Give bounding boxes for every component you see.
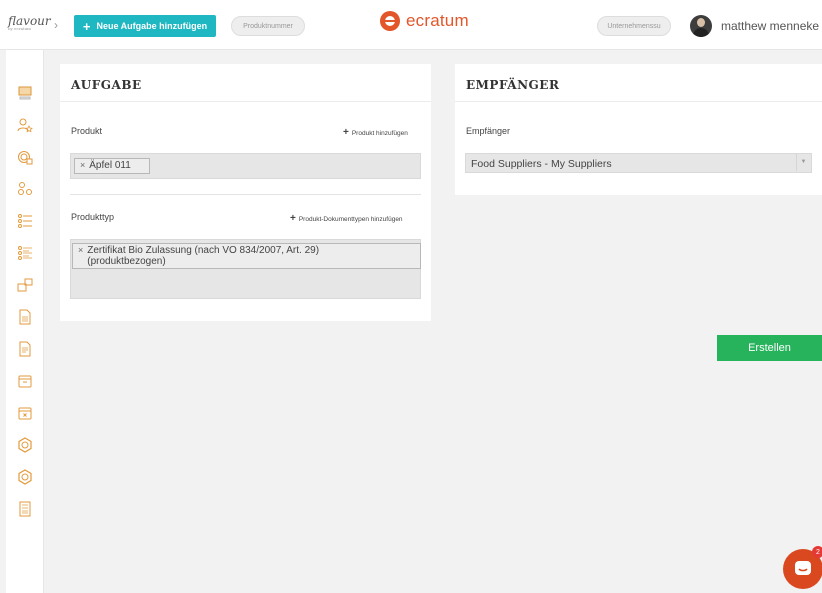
list-icon[interactable] <box>16 212 34 230</box>
add-doc-type-label: Produkt-Dokumenttypen hinzufügen <box>298 215 403 223</box>
plus-icon: + <box>290 213 296 224</box>
product-type-tag-label: Zertifikat Bio Zulassung (nach VO 834/20… <box>87 245 320 267</box>
user-name[interactable]: matthew menneke <box>721 19 819 33</box>
document-alt-icon[interactable] <box>16 340 34 358</box>
company-search-input[interactable]: Unternehmenssu <box>597 16 671 36</box>
product-type-tag-line1: Zertifikat Bio Zulassung (nach VO 834/20… <box>87 245 320 256</box>
users-star-icon[interactable] <box>16 116 34 134</box>
new-task-button[interactable]: + Neue Aufgabe hinzufügen <box>74 15 216 37</box>
product-tag: × Äpfel 011 <box>74 158 150 174</box>
monitor-icon[interactable] <box>16 84 34 102</box>
chat-icon <box>795 561 811 575</box>
breadcrumb-arrow-icon: › <box>54 18 58 32</box>
brand-name: ecratum <box>406 11 469 30</box>
product-label: Produkt <box>71 126 103 136</box>
fingerprint-icon[interactable] <box>16 148 34 166</box>
box-icon[interactable] <box>16 372 34 390</box>
user-avatar[interactable] <box>690 15 712 37</box>
product-number-input[interactable]: Produktnummer <box>231 16 305 36</box>
product-type-tag-line2: (produktbezogen) <box>87 255 166 267</box>
nodes-icon[interactable] <box>16 180 34 198</box>
product-tag-label: Äpfel 011 <box>89 160 131 171</box>
add-product-label: Produkt hinzufügen <box>351 129 408 137</box>
document-icon[interactable] <box>16 308 34 326</box>
box-x-icon[interactable] <box>16 404 34 422</box>
recipient-dropdown-value: Food Suppliers - My Suppliers <box>471 158 612 170</box>
top-bar: flavour by ecratum › + Neue Aufgabe hinz… <box>0 0 822 50</box>
ecratum-logo-icon <box>380 11 400 31</box>
task-panel-divider <box>60 101 431 102</box>
product-number-placeholder: Produktnummer <box>243 22 293 30</box>
task-panel-title: AUFGABE <box>71 78 142 92</box>
remove-tag-icon[interactable]: × <box>80 160 85 170</box>
hexagon-gear-icon[interactable] <box>16 436 34 454</box>
company-search-placeholder: Unternehmenssu <box>607 22 661 30</box>
product-type-label: Produkttyp <box>71 212 115 222</box>
recipient-label: Empfänger <box>466 126 511 136</box>
section-divider <box>70 194 421 195</box>
add-product-link[interactable]: + Produkt hinzufügen <box>343 128 408 138</box>
task-panel: AUFGABE Produkt + Produkt hinzufügen × Ä… <box>60 64 431 321</box>
report-icon[interactable] <box>16 500 34 518</box>
add-doc-type-link[interactable]: + Produkt-Dokumenttypen hinzufügen <box>290 214 403 224</box>
product-type-tag: × Zertifikat Bio Zulassung (nach VO 834/… <box>72 243 421 269</box>
transfer-icon[interactable] <box>16 276 34 294</box>
hexagon-gear-alt-icon[interactable] <box>16 468 34 486</box>
flavour-logo[interactable]: flavour by ecratum <box>8 14 51 36</box>
recipient-panel-title: EMPFÄNGER <box>466 78 560 92</box>
plus-icon: + <box>82 18 91 34</box>
chat-badge: 2 <box>812 546 822 558</box>
recipient-panel: EMPFÄNGER Empfänger Food Suppliers - My … <box>455 64 822 195</box>
recipient-panel-divider <box>455 101 822 102</box>
create-button[interactable]: Erstellen <box>717 335 822 361</box>
checklist-icon[interactable] <box>16 244 34 262</box>
plus-icon: + <box>343 127 349 138</box>
brand-logo: ecratum <box>380 11 469 31</box>
sidebar <box>6 50 44 593</box>
remove-tag-icon[interactable]: × <box>78 245 83 255</box>
new-task-label: Neue Aufgabe hinzufügen <box>96 21 208 31</box>
chevron-down-icon[interactable]: ▼ <box>796 153 810 171</box>
